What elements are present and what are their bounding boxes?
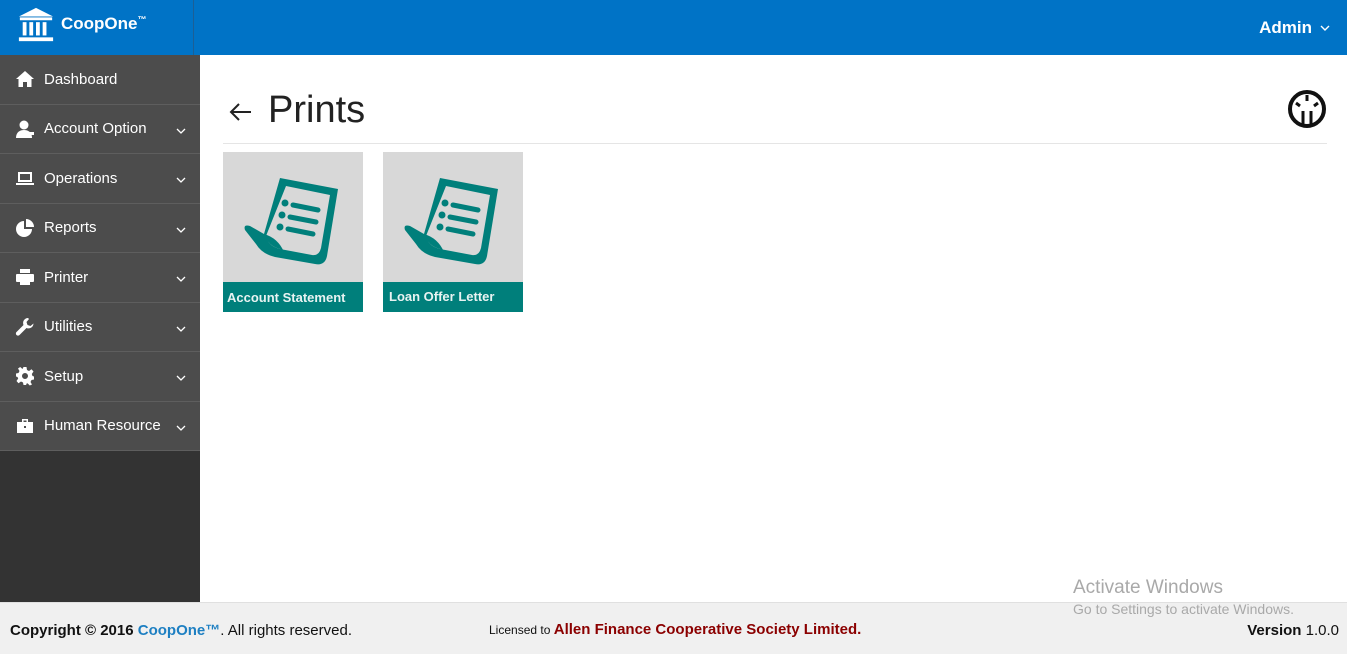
sidebar-item-label: Printer <box>44 268 89 286</box>
pie-chart-icon <box>14 218 36 238</box>
version-text: Version 1.0.0 <box>1247 622 1339 639</box>
copyright-text: Copyright © 2016 CoopOne™. All rights re… <box>10 622 352 639</box>
chevron-down-icon <box>176 326 186 332</box>
dashboard-gauge-icon[interactable] <box>1287 89 1327 129</box>
printer-icon <box>14 267 36 287</box>
brand-logo[interactable]: CoopOne™ <box>0 0 194 55</box>
print-tiles: Account Statement Loan Offer Letter <box>223 152 523 312</box>
page-title: Prints <box>268 89 366 131</box>
sidebar-item-label: Operations <box>44 169 118 187</box>
top-bar: CoopOne™ Admin <box>0 0 1347 55</box>
sidebar-item-reports[interactable]: Reports <box>0 203 200 253</box>
sidebar-item-human-resource[interactable]: Human Resource <box>0 401 200 451</box>
sidebar-item-label: Account Option <box>44 120 147 138</box>
gear-icon <box>14 366 36 386</box>
sidebar-item-label: Dashboard <box>44 70 118 88</box>
laptop-icon <box>14 168 36 188</box>
user-menu[interactable]: Admin <box>1259 0 1330 55</box>
receipt-icon <box>244 178 338 265</box>
footer-brand-link[interactable]: CoopOne™ <box>138 622 221 639</box>
back-arrow-icon[interactable] <box>228 99 254 125</box>
tile-label: Loan Offer Letter <box>383 282 523 312</box>
sidebar-item-label: Utilities <box>44 318 93 336</box>
main-content: Prints Account Statement Loan Offer Lett… <box>200 55 1347 602</box>
chevron-down-icon <box>176 177 186 184</box>
chevron-down-icon <box>176 276 186 283</box>
sidebar-item-label: Human Resource <box>44 417 161 435</box>
home-icon <box>14 69 36 89</box>
chevron-down-icon <box>176 227 186 233</box>
page-header: Prints <box>223 85 1327 144</box>
licensed-org: Allen Finance Cooperative Society Limite… <box>553 621 858 638</box>
user-icon <box>14 119 36 139</box>
sidebar-item-account-option[interactable]: Account Option <box>0 104 200 154</box>
license-text: Licensed to Allen Finance Cooperative So… <box>489 621 862 638</box>
chevron-down-icon <box>1320 25 1330 31</box>
tile-label: Account Statement <box>223 282 363 312</box>
receipt-icon <box>404 178 498 265</box>
sidebar-item-printer[interactable]: Printer <box>0 253 200 303</box>
sidebar-item-dashboard[interactable]: Dashboard <box>0 55 200 105</box>
sidebar-item-setup[interactable]: Setup <box>0 352 200 402</box>
chevron-down-icon <box>176 128 186 134</box>
sidebar-item-operations[interactable]: Operations <box>0 154 200 204</box>
wrench-icon <box>14 317 36 337</box>
sidebar-item-utilities[interactable]: Utilities <box>0 302 200 352</box>
sidebar: Dashboard Account Option Operations Repo… <box>0 55 200 602</box>
briefcase-icon <box>14 416 36 436</box>
bank-icon <box>17 6 55 49</box>
brand-name: CoopOne™ <box>61 13 147 33</box>
sidebar-item-label: Reports <box>44 219 97 237</box>
footer: Copyright © 2016 CoopOne™. All rights re… <box>0 602 1347 654</box>
tile-account-statement[interactable]: Account Statement <box>223 152 363 312</box>
sidebar-item-label: Setup <box>44 367 84 385</box>
user-menu-label: Admin <box>1259 17 1312 37</box>
tile-loan-offer-letter[interactable]: Loan Offer Letter <box>383 152 523 312</box>
chevron-down-icon <box>176 375 186 382</box>
chevron-down-icon <box>176 425 186 431</box>
